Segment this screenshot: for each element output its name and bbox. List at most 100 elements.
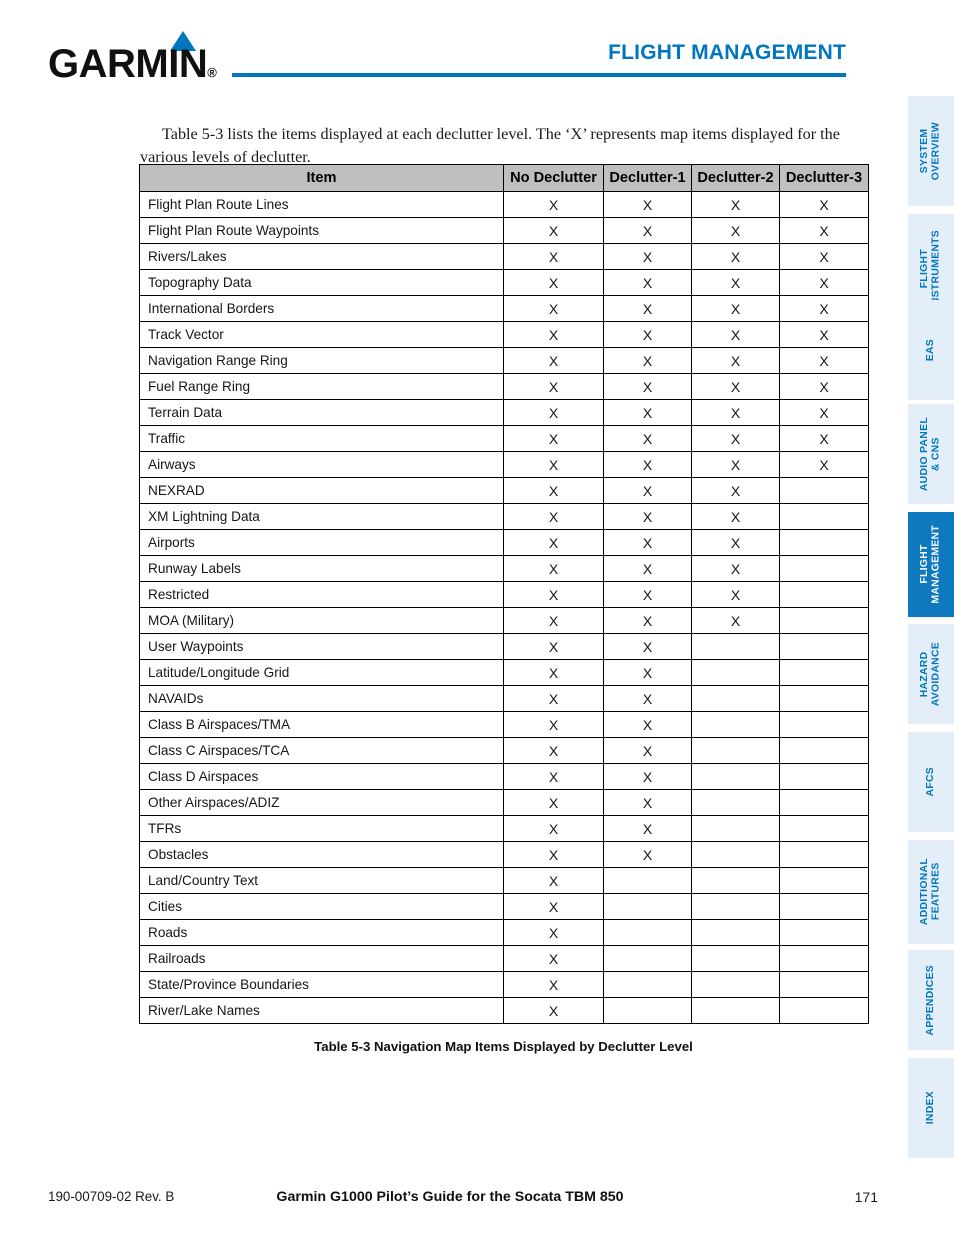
table-row: Fuel Range Ring X X X X — [139, 373, 869, 400]
table-cell-no-declutter: X — [503, 243, 604, 270]
table-cell-declutter-1: X — [603, 399, 692, 426]
table-cell-declutter-3 — [779, 763, 869, 790]
table-row: Land/Country Text X — [139, 867, 869, 894]
table-cell-no-declutter: X — [503, 867, 604, 894]
table-cell-declutter-3: X — [779, 399, 869, 426]
table-cell-no-declutter: X — [503, 503, 604, 530]
table-cell-item: Cities — [139, 893, 504, 920]
sidebar-tab-hazard-avoidance[interactable]: HAZARD AVOIDANCE — [908, 624, 954, 724]
table-cell-declutter-3 — [779, 841, 869, 868]
table-cell-item: Restricted — [139, 581, 504, 608]
table-cell-declutter-1 — [603, 893, 692, 920]
table-cell-no-declutter: X — [503, 737, 604, 764]
sidebar-tab-label: AFCS — [925, 767, 937, 797]
table-row: Terrain Data X X X X — [139, 399, 869, 426]
table-cell-declutter-2: X — [691, 529, 780, 556]
table-cell-declutter-3 — [779, 581, 869, 608]
table-row: Traffic X X X X — [139, 425, 869, 452]
table-cell-item: State/Province Boundaries — [139, 971, 504, 998]
table-cell-item: Runway Labels — [139, 555, 504, 582]
table-cell-declutter-2 — [691, 945, 780, 972]
table-cell-declutter-3: X — [779, 451, 869, 478]
table-cell-no-declutter: X — [503, 633, 604, 660]
table-cell-item: Terrain Data — [139, 399, 504, 426]
sidebar-tab-audio-panel-cns[interactable]: AUDIO PANEL & CNS — [908, 404, 954, 504]
table-cell-declutter-3 — [779, 919, 869, 946]
table-cell-declutter-1: X — [603, 191, 692, 218]
sidebar-tab-label: HAZARD AVOIDANCE — [919, 641, 942, 707]
table-cell-declutter-2 — [691, 919, 780, 946]
sidebar-tab-label: ADDITIONAL FEATURES — [919, 858, 942, 926]
table-row: NAVAIDs X X — [139, 685, 869, 712]
table-cell-no-declutter: X — [503, 269, 604, 296]
table-row: Other Airspaces/ADIZ X X — [139, 789, 869, 816]
table-cell-declutter-1: X — [603, 347, 692, 374]
table-cell-declutter-2: X — [691, 243, 780, 270]
table-cell-declutter-3 — [779, 867, 869, 894]
sidebar-tab-label: FLIGHT INSTRUMENTS — [919, 229, 942, 309]
table-row: Restricted X X X — [139, 581, 869, 608]
table-cell-item: TFRs — [139, 815, 504, 842]
table-cell-no-declutter: X — [503, 945, 604, 972]
table-cell-declutter-1: X — [603, 815, 692, 842]
table-cell-no-declutter: X — [503, 919, 604, 946]
sidebar-tab-appendices[interactable]: APPENDICES — [908, 950, 954, 1050]
table-cell-item: XM Lightning Data — [139, 503, 504, 530]
sidebar-tab-system-overview[interactable]: SYSTEM OVERVIEW — [908, 96, 954, 206]
table-cell-declutter-2: X — [691, 477, 780, 504]
table-cell-declutter-2: X — [691, 581, 780, 608]
table-cell-declutter-3: X — [779, 347, 869, 374]
table-cell-declutter-2 — [691, 997, 780, 1024]
table-row: Latitude/Longitude Grid X X — [139, 659, 869, 686]
table-cell-declutter-3 — [779, 685, 869, 712]
table-cell-declutter-3 — [779, 789, 869, 816]
table-cell-declutter-1: X — [603, 295, 692, 322]
table-cell-declutter-2: X — [691, 321, 780, 348]
table-cell-declutter-3: X — [779, 373, 869, 400]
table-row: Airports X X X — [139, 529, 869, 556]
table-cell-item: Other Airspaces/ADIZ — [139, 789, 504, 816]
table-row: Class B Airspaces/TMA X X — [139, 711, 869, 738]
table-cell-declutter-3: X — [779, 295, 869, 322]
sidebar-tab-afcs[interactable]: AFCS — [908, 732, 954, 832]
table-cell-declutter-1: X — [603, 633, 692, 660]
table-cell-no-declutter: X — [503, 711, 604, 738]
declutter-table: Item No Declutter Declutter-1 Declutter-… — [139, 164, 869, 1024]
table-row: Rivers/Lakes X X X X — [139, 243, 869, 270]
table-cell-declutter-1: X — [603, 763, 692, 790]
table-cell-declutter-1: X — [603, 269, 692, 296]
table-cell-declutter-3 — [779, 815, 869, 842]
table-cell-declutter-3: X — [779, 425, 869, 452]
table-cell-item: Latitude/Longitude Grid — [139, 659, 504, 686]
table-cell-declutter-3 — [779, 945, 869, 972]
intro-paragraph: Table 5-3 lists the items displayed at e… — [140, 125, 840, 167]
table-cell-no-declutter: X — [503, 191, 604, 218]
table-cell-declutter-1: X — [603, 529, 692, 556]
sidebar-tab-index[interactable]: INDEX — [908, 1058, 954, 1158]
table-row: Runway Labels X X X — [139, 555, 869, 582]
table-cell-declutter-1: X — [603, 841, 692, 868]
table-cell-item: Topography Data — [139, 269, 504, 296]
sidebar-tab-additional-features[interactable]: ADDITIONAL FEATURES — [908, 840, 954, 944]
table-cell-declutter-3: X — [779, 217, 869, 244]
table-cell-declutter-1: X — [603, 789, 692, 816]
table-cell-declutter-1: X — [603, 685, 692, 712]
table-cell-declutter-1: X — [603, 243, 692, 270]
table-cell-declutter-3: X — [779, 269, 869, 296]
table-head: Item No Declutter Declutter-1 Declutter-… — [139, 164, 869, 192]
table-cell-no-declutter: X — [503, 425, 604, 452]
table-cell-declutter-2: X — [691, 295, 780, 322]
sidebar-tab-flight-management[interactable]: FLIGHT MANAGEMENT — [908, 512, 954, 617]
column-header-no-declutter: No Declutter — [503, 164, 604, 192]
table-cell-no-declutter: X — [503, 529, 604, 556]
table-cell-no-declutter: X — [503, 581, 604, 608]
table-cell-no-declutter: X — [503, 477, 604, 504]
table-cell-no-declutter: X — [503, 659, 604, 686]
column-header-item: Item — [139, 164, 504, 192]
sidebar-tab-eas[interactable]: EAS — [908, 300, 954, 400]
column-header-declutter-2: Declutter-2 — [691, 164, 780, 192]
table-row: Obstacles X X — [139, 841, 869, 868]
table-cell-declutter-1: X — [603, 503, 692, 530]
table-cell-declutter-2 — [691, 789, 780, 816]
table-cell-declutter-1 — [603, 971, 692, 998]
